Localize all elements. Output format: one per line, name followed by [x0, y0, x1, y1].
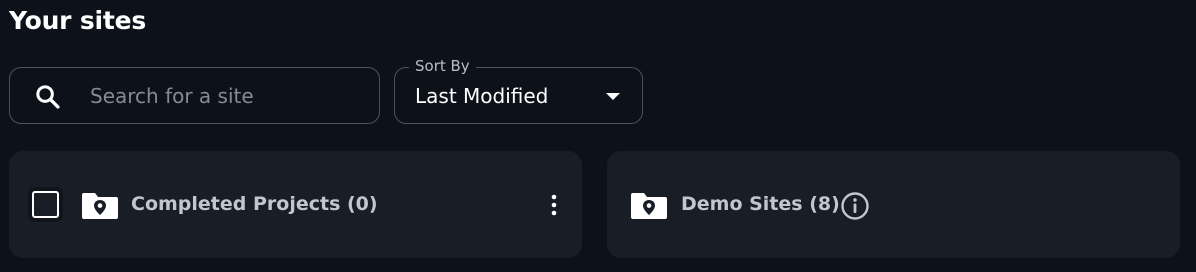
kebab-menu-icon[interactable]	[545, 193, 563, 217]
search-input[interactable]	[90, 78, 360, 114]
folder-location-icon	[631, 193, 667, 219]
sort-by-value: Last Modified	[415, 84, 549, 108]
folder-title: Demo Sites (8)	[681, 193, 840, 215]
folder-title: Completed Projects (0)	[131, 193, 378, 215]
search-icon	[36, 85, 60, 109]
info-icon[interactable]	[840, 191, 870, 221]
caret-down-icon	[606, 93, 620, 100]
sort-by-label: Sort By	[409, 57, 476, 75]
sort-by-select[interactable]: Sort By Last Modified	[394, 57, 643, 124]
folder-card-completed-projects[interactable]: Completed Projects (0)	[9, 151, 582, 258]
folder-select-checkbox[interactable]	[32, 191, 59, 218]
folder-location-icon	[82, 193, 118, 219]
folder-card-demo-sites[interactable]: Demo Sites (8)	[607, 151, 1180, 258]
page-title: Your sites	[9, 6, 147, 35]
sites-page: Your sites Sort By Last Modified Complet…	[0, 0, 1196, 272]
search-box[interactable]	[9, 67, 380, 124]
